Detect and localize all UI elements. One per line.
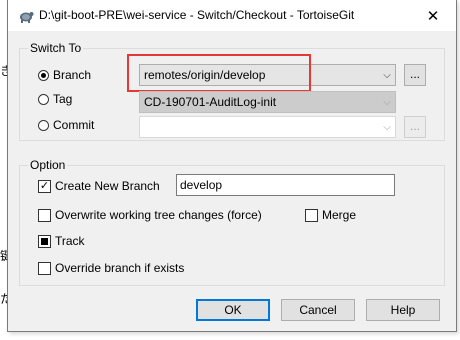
chevron-down-icon[interactable]: ⌵ <box>379 70 395 81</box>
commit-radio-label: Commit <box>53 118 95 132</box>
branch-browse-button[interactable]: ... <box>404 64 426 86</box>
switch-checkout-dialog: D:\git-boot-PRE\wei-service - Switch/Che… <box>7 0 457 332</box>
chevron-down-icon: ⌵ <box>383 121 391 133</box>
ok-button[interactable]: OK <box>196 299 270 321</box>
merge-option[interactable]: Merge <box>305 208 356 222</box>
branch-radio-option[interactable]: Branch <box>38 68 91 82</box>
new-branch-name-input[interactable]: develop <box>176 174 395 196</box>
tortoisegit-icon <box>20 12 34 23</box>
cancel-button[interactable]: Cancel <box>281 299 355 321</box>
override-checkbox[interactable] <box>38 261 51 275</box>
merge-checkbox[interactable] <box>305 208 318 222</box>
create-new-branch-option[interactable]: ✓ Create New Branch <box>38 179 160 193</box>
commit-radio-option[interactable]: Commit <box>38 118 94 132</box>
branch-radio[interactable] <box>38 69 49 81</box>
close-icon: ✕ <box>426 7 440 25</box>
commit-combo: ⌵ <box>139 116 396 138</box>
title-bar[interactable]: D:\git-boot-PRE\wei-service - Switch/Che… <box>8 0 456 31</box>
track-label: Track <box>55 234 85 248</box>
commit-radio[interactable] <box>38 119 49 131</box>
tag-radio-label: Tag <box>53 92 73 106</box>
switch-to-legend: Switch To <box>30 41 82 55</box>
override-option[interactable]: Override branch if exists <box>38 261 184 275</box>
overwrite-option[interactable]: Overwrite working tree changes (force) <box>38 208 262 222</box>
help-button[interactable]: Help <box>366 299 440 321</box>
tag-radio-option[interactable]: Tag <box>38 92 72 106</box>
tag-combo: CD-190701-AuditLog-init ⌵ <box>139 91 396 113</box>
close-button[interactable]: ✕ <box>410 0 456 31</box>
override-label: Override branch if exists <box>55 261 185 275</box>
create-new-branch-checkbox[interactable]: ✓ <box>38 179 51 193</box>
branch-radio-label: Branch <box>53 68 92 82</box>
overwrite-label: Overwrite working tree changes (force) <box>55 208 262 222</box>
tag-combo-value: CD-190701-AuditLog-init <box>144 95 277 109</box>
merge-label: Merge <box>322 208 357 222</box>
window-title: D:\git-boot-PRE\wei-service - Switch/Che… <box>39 8 355 22</box>
track-checkbox[interactable] <box>38 234 51 248</box>
red-highlight-box <box>127 54 311 92</box>
option-legend: Option <box>30 158 66 172</box>
commit-browse-button: ... <box>404 116 426 138</box>
chevron-down-icon: ⌵ <box>383 96 391 108</box>
create-new-branch-label: Create New Branch <box>55 179 160 193</box>
tag-radio[interactable] <box>38 93 49 105</box>
overwrite-checkbox[interactable] <box>38 208 51 222</box>
track-option[interactable]: Track <box>38 234 85 248</box>
